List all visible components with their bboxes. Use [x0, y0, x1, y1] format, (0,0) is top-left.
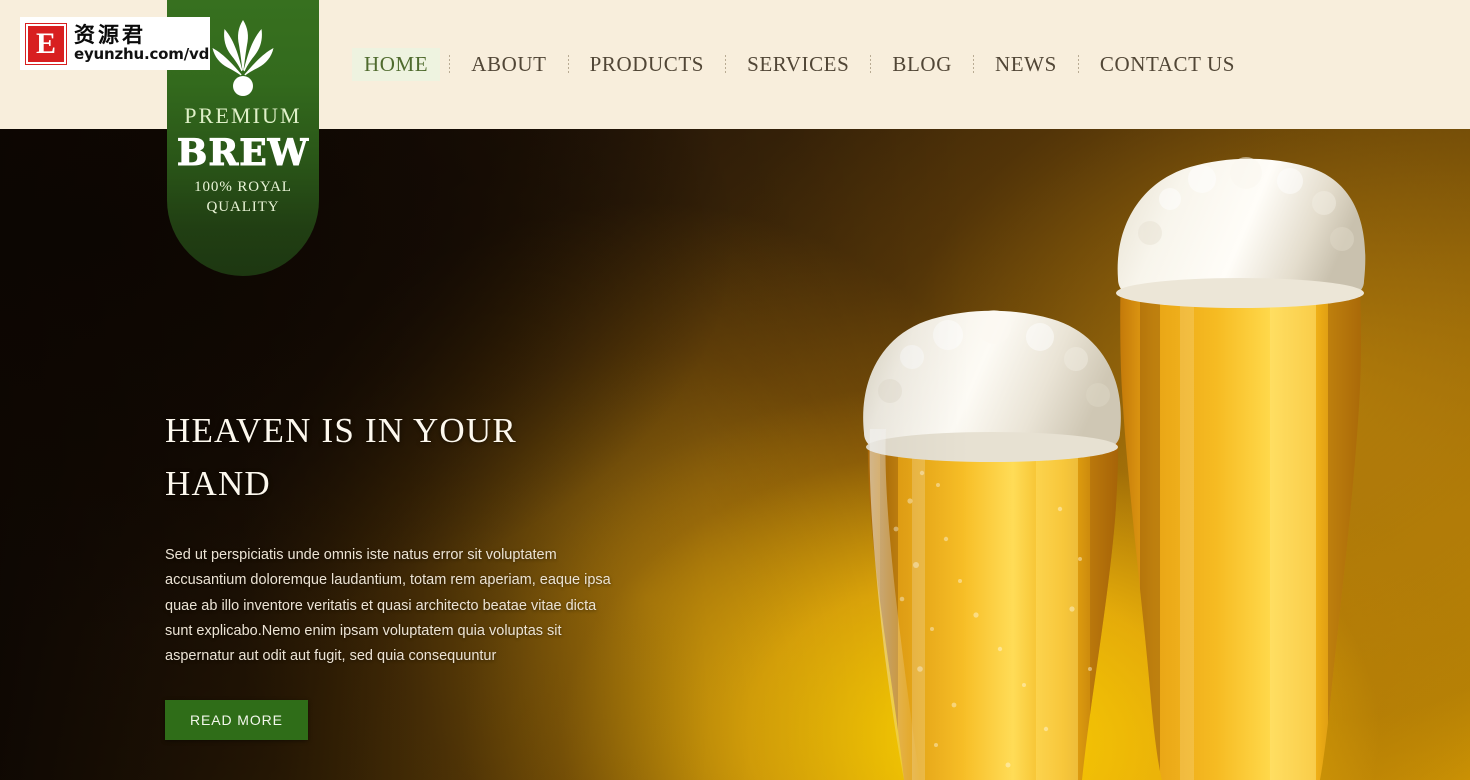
hero-paragraph: Sed ut perspiciatis unde omnis iste natu… [165, 547, 611, 665]
nav-item-home[interactable]: HOME [352, 48, 441, 81]
nav-item-products[interactable]: PRODUCTS [578, 48, 717, 81]
badge-tagline-line2: QUALITY [206, 199, 280, 215]
badge-tagline: 100% ROYAL QUALITY [167, 177, 319, 217]
nav-separator-icon [1077, 54, 1079, 75]
nav-separator-icon [870, 54, 872, 75]
nav-item-services[interactable]: SERVICES [735, 48, 861, 81]
nav-item-contact-us[interactable]: CONTACT US [1088, 48, 1247, 81]
badge-brand-name: BREW [176, 132, 310, 175]
hero-title: HEAVEN IS IN YOUR HAND [165, 411, 517, 503]
watermark-letter: E [35, 26, 56, 60]
watermark-site-name: 资源君 [74, 23, 146, 47]
hero-copy: HEAVEN IS IN YOUR HAND Sed ut perspiciat… [165, 404, 635, 741]
wheat-sheaf-icon [212, 20, 274, 96]
watermark-text: 资源君 eyunzhu.com/vdisk [74, 25, 210, 62]
nav-item-about[interactable]: ABOUT [459, 48, 558, 81]
page-root: HEAVEN IS IN YOUR HAND Sed ut perspiciat… [0, 0, 1470, 780]
nav-item-blog[interactable]: BLOG [880, 48, 964, 81]
main-navigation: HOME ABOUT PRODUCTS SERVICES BLOG NEWS C… [352, 0, 1247, 129]
watermark-logo-icon: E [26, 23, 66, 64]
nav-separator-icon [972, 54, 974, 75]
watermark-url: eyunzhu.com/vdisk [74, 45, 210, 63]
nav-separator-icon [449, 54, 451, 75]
badge-tagline-line1: 100% ROYAL [194, 179, 292, 195]
nav-separator-icon [567, 54, 569, 75]
nav-item-news[interactable]: NEWS [983, 48, 1069, 81]
eyunzhu-watermark: E 资源君 eyunzhu.com/vdisk [20, 17, 210, 70]
nav-separator-icon [725, 54, 727, 75]
badge-premium-label: PREMIUM [184, 103, 302, 128]
read-more-button[interactable]: READ MORE [165, 700, 308, 741]
